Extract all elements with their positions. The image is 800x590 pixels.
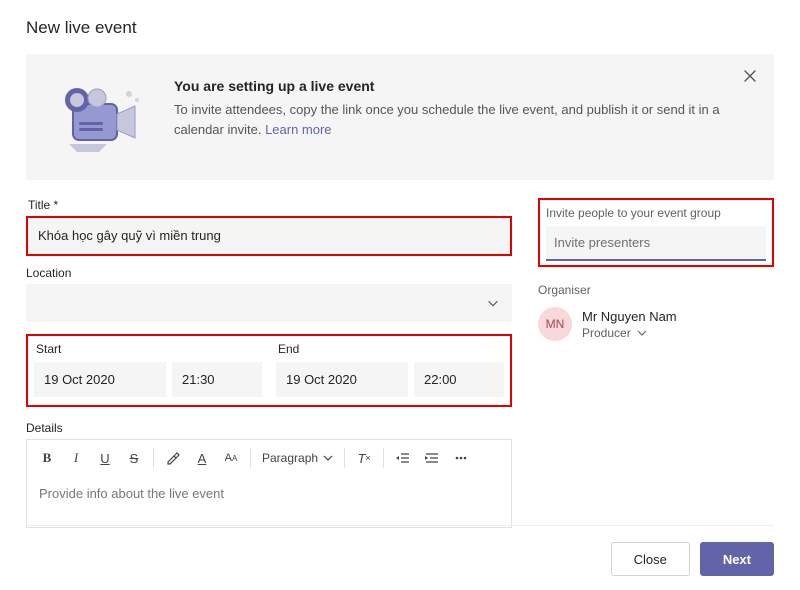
clear-formatting-button[interactable]: T× — [350, 444, 378, 472]
info-banner: You are setting up a live event To invit… — [26, 54, 774, 180]
bold-button[interactable]: B — [33, 444, 61, 472]
highlight-button[interactable] — [159, 444, 187, 472]
more-options-button[interactable] — [447, 444, 475, 472]
location-label: Location — [26, 266, 512, 280]
toolbar-divider — [383, 448, 384, 468]
paragraph-label: Paragraph — [262, 451, 318, 465]
strikethrough-button[interactable]: S — [120, 444, 148, 472]
chevron-down-icon — [637, 328, 647, 338]
start-label: Start — [36, 342, 262, 356]
title-label: Title * — [26, 198, 512, 212]
invite-highlight: Invite people to your event group — [538, 198, 774, 267]
banner-text-body: To invite attendees, copy the link once … — [174, 102, 720, 137]
chevron-down-icon — [486, 296, 500, 310]
outdent-button[interactable] — [389, 444, 417, 472]
end-date-input[interactable]: 19 Oct 2020 — [276, 362, 408, 397]
banner-title: You are setting up a live event — [174, 78, 756, 94]
banner-text: To invite attendees, copy the link once … — [174, 100, 756, 139]
paragraph-button[interactable]: Paragraph — [256, 444, 339, 472]
indent-button[interactable] — [418, 444, 446, 472]
organiser-role-select[interactable]: Producer — [582, 326, 677, 340]
title-highlight — [26, 216, 512, 256]
end-time-input[interactable]: 22:00 — [414, 362, 504, 397]
underline-button[interactable]: U — [91, 444, 119, 472]
toolbar-divider — [344, 448, 345, 468]
details-label: Details — [26, 421, 512, 435]
avatar: MN — [538, 307, 572, 341]
footer-divider — [26, 525, 774, 526]
toolbar-divider — [250, 448, 251, 468]
invite-presenters-input[interactable] — [546, 226, 766, 261]
chevron-down-icon — [323, 453, 333, 463]
footer: Close Next — [611, 542, 774, 576]
close-icon[interactable] — [742, 68, 760, 86]
italic-button[interactable]: I — [62, 444, 90, 472]
start-time-input[interactable]: 21:30 — [172, 362, 262, 397]
font-color-button[interactable]: A — [188, 444, 216, 472]
details-textarea[interactable]: Provide info about the live event — [27, 476, 511, 527]
font-size-button[interactable]: AA — [217, 444, 245, 472]
next-button[interactable]: Next — [700, 542, 774, 576]
editor-toolbar: B I U S A AA Paragraph T× — [27, 440, 511, 476]
organiser-role-label: Producer — [582, 326, 631, 340]
toolbar-divider — [153, 448, 154, 468]
camera-illustration — [44, 72, 154, 162]
location-select[interactable] — [26, 284, 512, 322]
close-button[interactable]: Close — [611, 542, 690, 576]
end-label: End — [278, 342, 504, 356]
organiser-label: Organiser — [538, 283, 774, 297]
datetime-highlight: Start 19 Oct 2020 21:30 End 19 Oct 2020 … — [26, 334, 512, 407]
invite-label: Invite people to your event group — [546, 206, 766, 220]
details-editor: B I U S A AA Paragraph T× — [26, 439, 512, 528]
organiser-name: Mr Nguyen Nam — [582, 309, 677, 324]
title-input[interactable] — [28, 218, 510, 254]
start-date-input[interactable]: 19 Oct 2020 — [34, 362, 166, 397]
organiser-row: MN Mr Nguyen Nam Producer — [538, 307, 774, 341]
page-title: New live event — [26, 18, 774, 38]
learn-more-link[interactable]: Learn more — [265, 122, 331, 137]
